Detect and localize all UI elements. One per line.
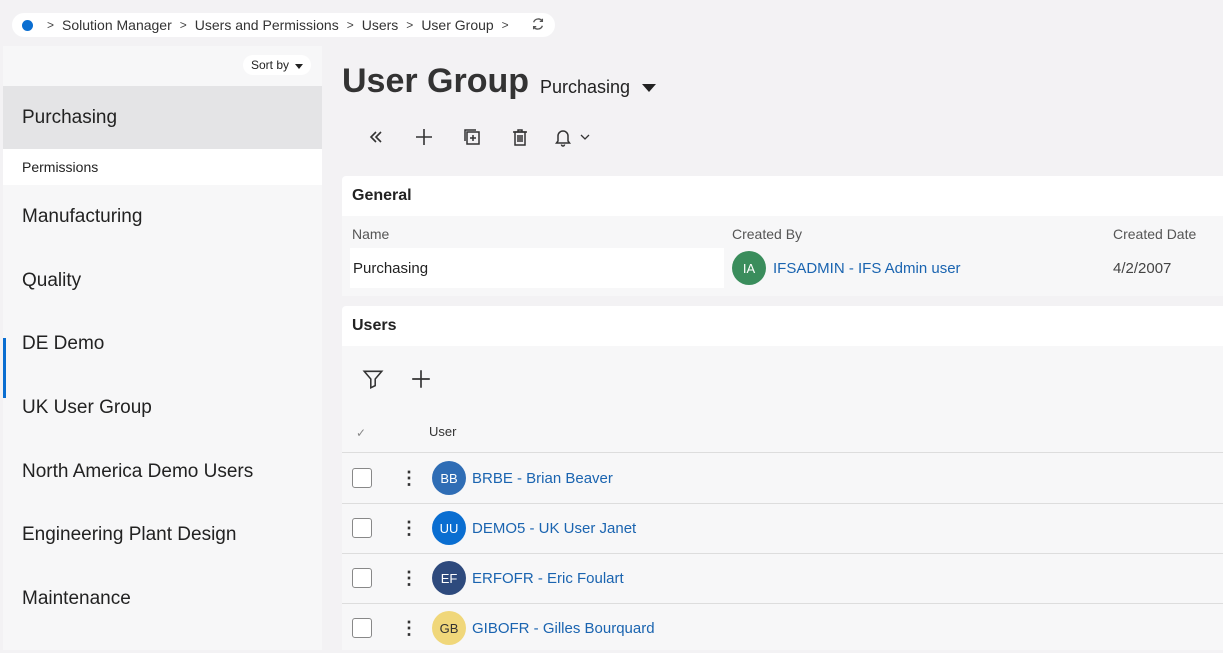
- nav-item-label: Engineering Plant Design: [22, 524, 237, 545]
- group-list-panel: Sort by Purchasing Permissions Manufactu…: [3, 46, 322, 650]
- users-card: Users ✓ User ⋮ BB BRBE - Brian Beaver ⋮ …: [342, 306, 1223, 650]
- avatar: UU: [432, 511, 466, 545]
- row-checkbox[interactable]: [352, 618, 372, 638]
- created-date-label: Created Date: [1113, 226, 1197, 242]
- filter-icon[interactable]: [362, 368, 386, 392]
- more-options-icon[interactable]: ⋮: [400, 618, 418, 639]
- row-checkbox[interactable]: [352, 468, 372, 488]
- sort-by-button[interactable]: Sort by: [242, 55, 311, 75]
- delete-icon[interactable]: [496, 122, 544, 152]
- breadcrumb-separator: >: [406, 18, 414, 32]
- name-value: Purchasing: [353, 259, 429, 277]
- table-row: ⋮ EF ERFOFR - Eric Foulart: [342, 553, 1223, 604]
- nav-item[interactable]: Engineering Plant Design: [3, 515, 322, 555]
- breadcrumb-separator: >: [346, 18, 354, 32]
- general-card-title: General: [352, 187, 412, 204]
- more-options-icon[interactable]: ⋮: [400, 568, 418, 589]
- breadcrumb: > Solution Manager > Users and Permissio…: [12, 13, 555, 37]
- avatar: BB: [432, 461, 466, 495]
- name-field[interactable]: Purchasing: [350, 248, 724, 288]
- nav-sub-item-label: Permissions: [22, 159, 99, 175]
- row-checkbox[interactable]: [352, 568, 372, 588]
- general-card: General Name Purchasing Created By IA IF…: [342, 176, 1223, 296]
- created-date-field: 4/2/2007: [1113, 248, 1223, 288]
- created-by-label: Created By: [732, 226, 803, 242]
- nav-item[interactable]: Manufacturing: [3, 197, 322, 237]
- nav-item-label: Purchasing: [22, 106, 118, 128]
- nav-item[interactable]: DE Demo: [3, 324, 322, 364]
- add-icon[interactable]: [400, 122, 448, 152]
- record-selector-value: Purchasing: [540, 77, 631, 97]
- breadcrumb-solution-manager[interactable]: Solution Manager: [62, 17, 172, 33]
- breadcrumb-separator: >: [47, 18, 55, 32]
- more-options-icon[interactable]: ⋮: [400, 518, 418, 539]
- toolbar: [352, 122, 600, 152]
- nav-item-label: North America Demo Users: [22, 461, 254, 482]
- nav-item-selected[interactable]: Purchasing: [3, 86, 322, 149]
- record-selector[interactable]: Purchasing: [540, 77, 657, 98]
- nav-item[interactable]: Quality: [3, 261, 322, 301]
- avatar: IA: [732, 251, 766, 285]
- nav-item-label: Manufacturing: [22, 206, 143, 227]
- table-row: ⋮ UU DEMO5 - UK User Janet: [342, 503, 1223, 554]
- nav-sub-item-permissions[interactable]: Permissions: [3, 149, 322, 185]
- collapse-icon[interactable]: [352, 122, 400, 152]
- table-row: ⋮ BB BRBE - Brian Beaver: [342, 453, 1223, 504]
- breadcrumb-separator: >: [501, 18, 509, 32]
- notification-icon[interactable]: [544, 122, 600, 152]
- breadcrumb-separator: >: [179, 18, 187, 32]
- duplicate-icon[interactable]: [448, 122, 496, 152]
- user-link[interactable]: GIBOFR - Gilles Bourquard: [472, 620, 655, 637]
- caret-down-icon: [642, 83, 657, 92]
- select-all-icon[interactable]: ✓: [356, 426, 366, 440]
- user-link[interactable]: BRBE - Brian Beaver: [472, 470, 613, 487]
- nav-item-label: DE Demo: [22, 333, 105, 354]
- breadcrumb-users[interactable]: Users: [362, 17, 399, 33]
- row-checkbox[interactable]: [352, 518, 372, 538]
- nav-item-label: UK User Group: [22, 397, 152, 418]
- avatar: GB: [432, 611, 466, 645]
- home-icon[interactable]: [22, 19, 33, 31]
- nav-item[interactable]: Maintenance: [3, 579, 322, 619]
- created-date-value: 4/2/2007: [1113, 259, 1172, 277]
- caret-down-icon: [295, 63, 303, 69]
- breadcrumb-users-and-permissions[interactable]: Users and Permissions: [195, 17, 339, 33]
- refresh-icon[interactable]: [531, 17, 545, 34]
- add-user-icon[interactable]: [410, 368, 434, 392]
- user-link[interactable]: DEMO5 - UK User Janet: [472, 520, 636, 537]
- page-title: User Group: [342, 62, 530, 100]
- breadcrumb-user-group[interactable]: User Group: [421, 17, 493, 33]
- column-header-user[interactable]: User: [429, 424, 456, 439]
- more-options-icon[interactable]: ⋮: [400, 468, 418, 489]
- users-card-title: Users: [352, 317, 397, 334]
- nav-item-label: Maintenance: [22, 588, 131, 609]
- nav-item-label: Quality: [22, 270, 82, 291]
- created-by-link[interactable]: IFSADMIN - IFS Admin user: [773, 260, 961, 277]
- created-by-field[interactable]: IA IFSADMIN - IFS Admin user: [732, 248, 1092, 288]
- avatar: EF: [432, 561, 466, 595]
- nav-item[interactable]: North America Demo Users: [3, 452, 322, 492]
- sort-by-label: Sort by: [250, 58, 289, 72]
- name-label: Name: [352, 226, 390, 242]
- table-row: ⋮ GB GIBOFR - Gilles Bourquard: [342, 603, 1223, 653]
- user-link[interactable]: ERFOFR - Eric Foulart: [472, 570, 624, 587]
- table-header: ✓ User: [342, 424, 1223, 453]
- nav-item[interactable]: UK User Group: [3, 388, 322, 428]
